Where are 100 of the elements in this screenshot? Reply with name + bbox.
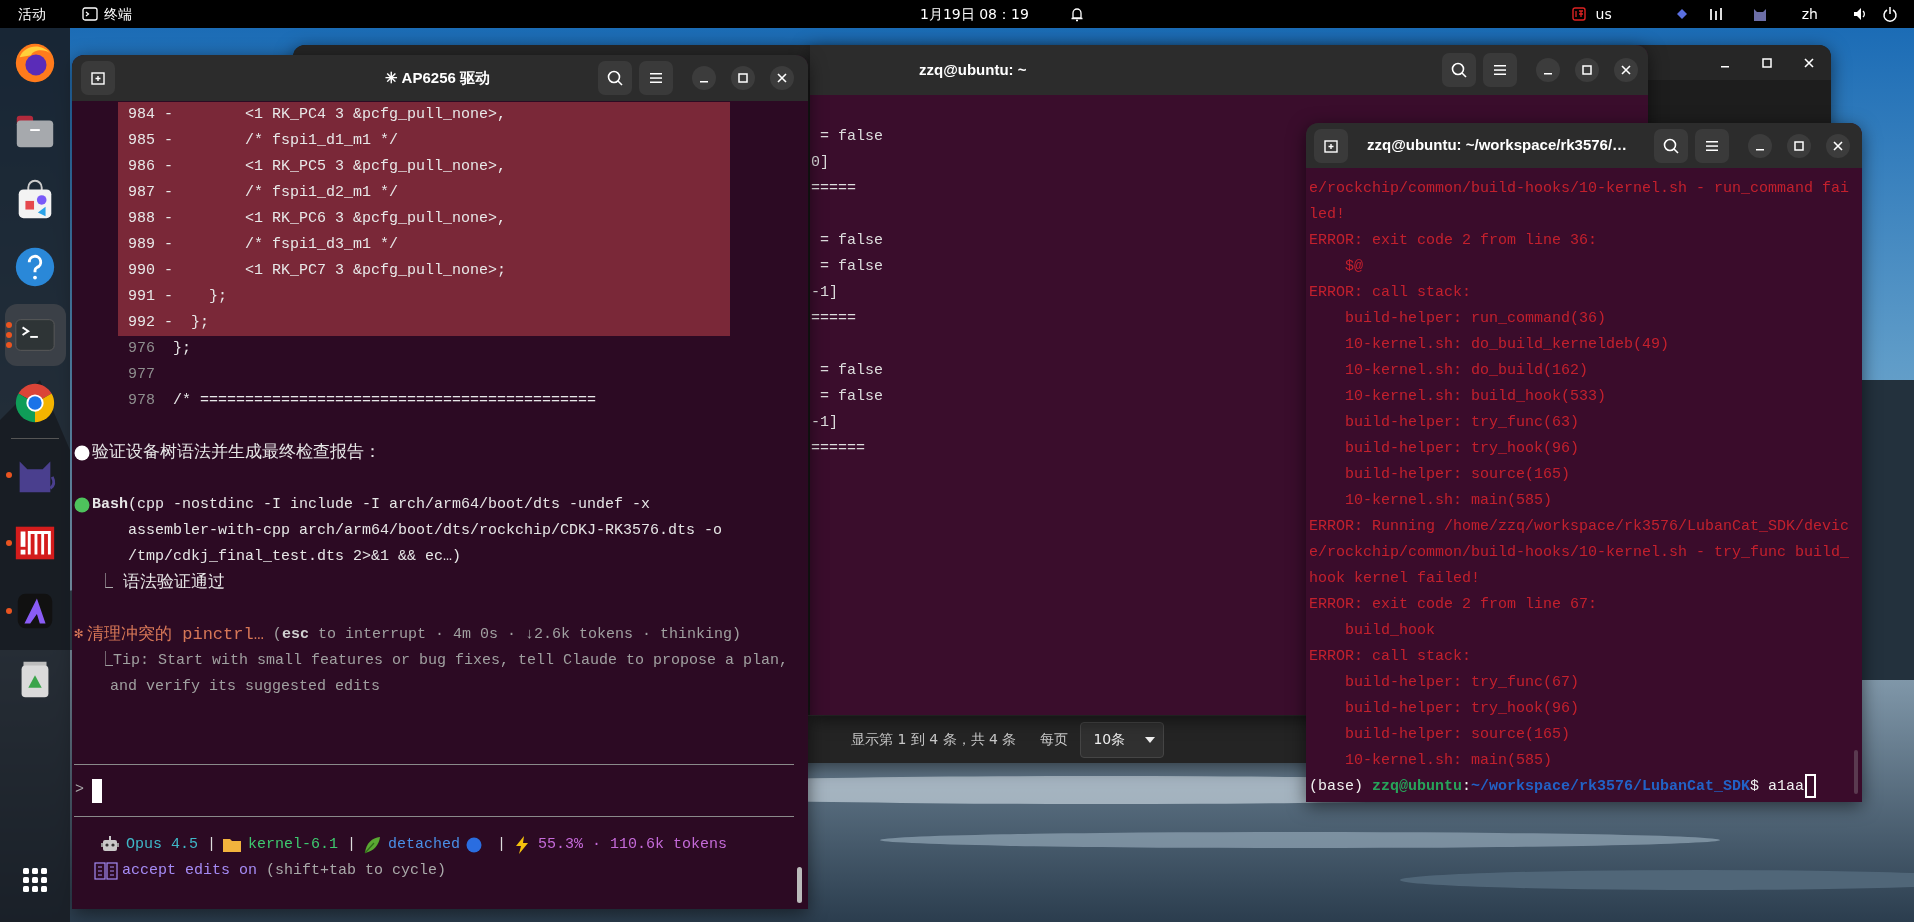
error-line: 10-kernel.sh: main(585)	[1344, 752, 1553, 769]
status-text: kernel-6.1	[248, 835, 339, 855]
terminal-line: 0]	[811, 154, 829, 171]
power-icon[interactable]	[1882, 6, 1898, 22]
minimize-button[interactable]	[1536, 58, 1560, 82]
menu-button[interactable]	[1483, 53, 1517, 87]
divider-text: |	[347, 835, 357, 855]
minimize-button[interactable]	[692, 66, 716, 90]
mode-text: accept edits on	[122, 861, 258, 881]
terminal-line: = false	[819, 388, 883, 405]
close-button[interactable]	[1826, 133, 1850, 158]
hint-text: (shift+tab to cycle)	[266, 861, 447, 881]
new-tab-icon[interactable]	[90, 70, 106, 86]
maximize-button[interactable]	[1787, 133, 1811, 158]
error-line: build-helper: source(165)	[1344, 726, 1571, 743]
code-text: - /* fspi1_d2_m1 */	[164, 184, 399, 201]
show-apps-button[interactable]	[23, 867, 47, 892]
search-icon[interactable]	[1663, 137, 1679, 154]
prompt-separator: :	[1462, 778, 1472, 795]
new-tab-button[interactable]	[81, 61, 115, 95]
close-button[interactable]	[1614, 58, 1638, 82]
close-icon[interactable]	[1832, 139, 1844, 152]
per-page-label: 每页	[1040, 730, 1069, 749]
tool-call: Bash(cpp -nostdinc -I include -I arch/arm64/boot/dts -undef -x	[92, 495, 651, 515]
search-icon[interactable]	[607, 70, 623, 86]
line-number: 978	[127, 392, 155, 409]
diamond-icon[interactable]	[1675, 8, 1688, 20]
tool-call: assembler-with-cpp arch/arm64/boot/dts/rockchip/CDKJ-RK3576.dts -o	[128, 522, 723, 539]
menu-icon[interactable]	[648, 70, 664, 86]
scrollbar-thumb[interactable]	[797, 867, 802, 903]
close-button[interactable]	[770, 66, 794, 90]
error-line: build-helper: try_func(67)	[1344, 674, 1580, 691]
line-number: 986	[127, 158, 155, 175]
tip-bracket: ⎿	[98, 652, 113, 669]
dot-icon	[466, 837, 483, 853]
error-line: build-helper: source(165)	[1344, 466, 1571, 483]
maximize-icon[interactable]	[737, 72, 749, 84]
maximize-icon[interactable]	[1581, 64, 1593, 76]
app-menu-button[interactable]: 终端	[76, 2, 138, 26]
error-line: build-helper: try_hook(96)	[1344, 700, 1580, 717]
error-line: ERROR: exit code 2 from line 67:	[1309, 596, 1598, 613]
cat-icon[interactable]	[1751, 6, 1768, 22]
language-button[interactable]: zh	[1795, 2, 1824, 26]
search-button[interactable]	[598, 61, 632, 95]
close-icon[interactable]	[776, 72, 788, 84]
code-text: - /* fspi1_d3_m1 */	[164, 236, 399, 253]
code-text: - /* fspi1_d1_m1 */	[164, 132, 399, 149]
activities-button[interactable]: 活动	[12, 2, 52, 26]
window-title: ✳ AP6256 驱动	[385, 67, 490, 88]
error-line: ERROR: exit code 2 from line 36:	[1309, 232, 1598, 249]
search-button[interactable]	[1654, 128, 1688, 163]
new-tab-button[interactable]	[1314, 128, 1348, 163]
search-button[interactable]	[1442, 53, 1476, 87]
menu-icon[interactable]	[1492, 62, 1508, 78]
terminal-line: -1]	[811, 284, 838, 301]
maximize-button[interactable]	[731, 66, 755, 90]
input-cursor[interactable]	[1805, 774, 1817, 799]
status-text: detached	[388, 835, 461, 855]
caret-icon[interactable]	[1145, 736, 1156, 743]
page-size-select[interactable]: 10条	[1080, 721, 1165, 758]
maximize-button[interactable]	[1575, 58, 1599, 82]
line-number: 992	[127, 314, 155, 331]
code-text: /* ============================================	[172, 392, 597, 409]
error-line: ERROR: call stack:	[1309, 284, 1472, 301]
keyboard-layout-button[interactable]: us	[1589, 2, 1618, 26]
tip-text: Tip: Start with small features or bug fixes, tell Claude to propose a plan,	[113, 652, 789, 669]
error-line: hook kernel failed!	[1309, 570, 1481, 587]
line-number: 976	[127, 340, 155, 357]
progress-text: (esc to interrupt · 4m 0s · ↓2.6k tokens · thinking)	[272, 625, 741, 645]
code-text: - <1 RK_PC4 3 &pcfg_pull_none>,	[164, 106, 507, 123]
terminal-line: -1]	[811, 414, 838, 431]
bars-icon[interactable]	[1707, 6, 1724, 22]
input-cursor[interactable]	[92, 778, 102, 803]
message-text: 验证设备树语法并生成最终检查报告：	[92, 442, 381, 464]
minimize-button[interactable]	[1748, 133, 1772, 158]
terminal-line: = false	[819, 232, 883, 249]
prompt-symbol: >	[75, 780, 84, 801]
clock-button[interactable]: 1月19日 08：19	[914, 2, 1035, 26]
command-input[interactable]: $ a1aa	[1750, 778, 1805, 795]
error-line: build_hook	[1344, 622, 1436, 639]
line-number: 984	[127, 106, 155, 123]
terminal-icon	[82, 7, 98, 21]
line-number: 989	[127, 236, 155, 253]
menu-button[interactable]	[639, 61, 673, 95]
close-icon[interactable]	[1620, 64, 1632, 76]
terminal-line: = false	[819, 258, 883, 275]
error-line: e/rockchip/common/build-hooks/10-kernel.sh - try_func build_	[1309, 544, 1850, 561]
code-text: - };	[164, 288, 228, 305]
error-line: ERROR: call stack:	[1309, 648, 1472, 665]
menu-button[interactable]	[1695, 128, 1729, 163]
speaker-icon[interactable]	[1852, 6, 1868, 22]
error-line: 10-kernel.sh: main(585)	[1344, 492, 1553, 509]
scrollbar-thumb[interactable]	[1854, 750, 1858, 794]
search-icon[interactable]	[1451, 62, 1467, 78]
line-number: 977	[127, 366, 155, 383]
maximize-icon[interactable]	[1793, 139, 1805, 152]
line-number: 985	[127, 132, 155, 149]
new-tab-icon[interactable]	[1323, 137, 1339, 154]
spinner-glyph: ✻	[74, 625, 84, 645]
tool-call: /tmp/cdkj_final_test.dts 2>&1 && ec…)	[128, 548, 462, 565]
